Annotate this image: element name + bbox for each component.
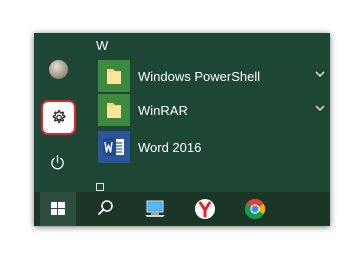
chevron-down-icon[interactable] <box>314 68 326 80</box>
windows-start-icon <box>51 202 65 215</box>
app-label: WinRAR <box>138 103 188 118</box>
search-button[interactable] <box>87 192 123 226</box>
start-button[interactable] <box>40 192 76 226</box>
yandex-browser-icon <box>195 199 215 219</box>
search-icon <box>98 200 113 215</box>
chrome-icon <box>245 199 265 219</box>
gear-icon <box>52 110 66 123</box>
start-menu-rail <box>34 33 80 192</box>
computer-icon <box>145 200 165 217</box>
app-tile <box>98 60 130 92</box>
taskbar <box>34 192 330 226</box>
app-tile <box>98 94 130 126</box>
app-item-winrar[interactable]: WinRAR <box>80 94 330 128</box>
app-label: Word 2016 <box>138 140 202 155</box>
app-label: Windows PowerShell <box>138 69 261 84</box>
start-menu-window: W Windows PowerShell WinRAR Word 2016 <box>34 33 330 226</box>
settings-button[interactable] <box>41 100 76 135</box>
section-header-box-icon[interactable] <box>96 183 104 191</box>
app-item-word-2016[interactable]: Word 2016 <box>80 131 330 165</box>
folder-icon <box>107 103 121 118</box>
power-icon <box>51 155 64 170</box>
section-header-w[interactable]: W <box>96 38 108 53</box>
user-avatar[interactable] <box>49 60 68 79</box>
yandex-browser-button[interactable] <box>187 192 223 226</box>
word-icon <box>103 138 124 156</box>
this-pc-button[interactable] <box>137 192 173 226</box>
app-tile <box>98 131 130 163</box>
chevron-down-icon[interactable] <box>314 102 326 114</box>
chrome-button[interactable] <box>237 192 273 226</box>
folder-icon <box>107 69 121 84</box>
power-button[interactable] <box>49 154 66 176</box>
app-item-windows-powershell[interactable]: Windows PowerShell <box>80 60 330 94</box>
start-menu-panel: W Windows PowerShell WinRAR Word 2016 <box>34 33 330 192</box>
